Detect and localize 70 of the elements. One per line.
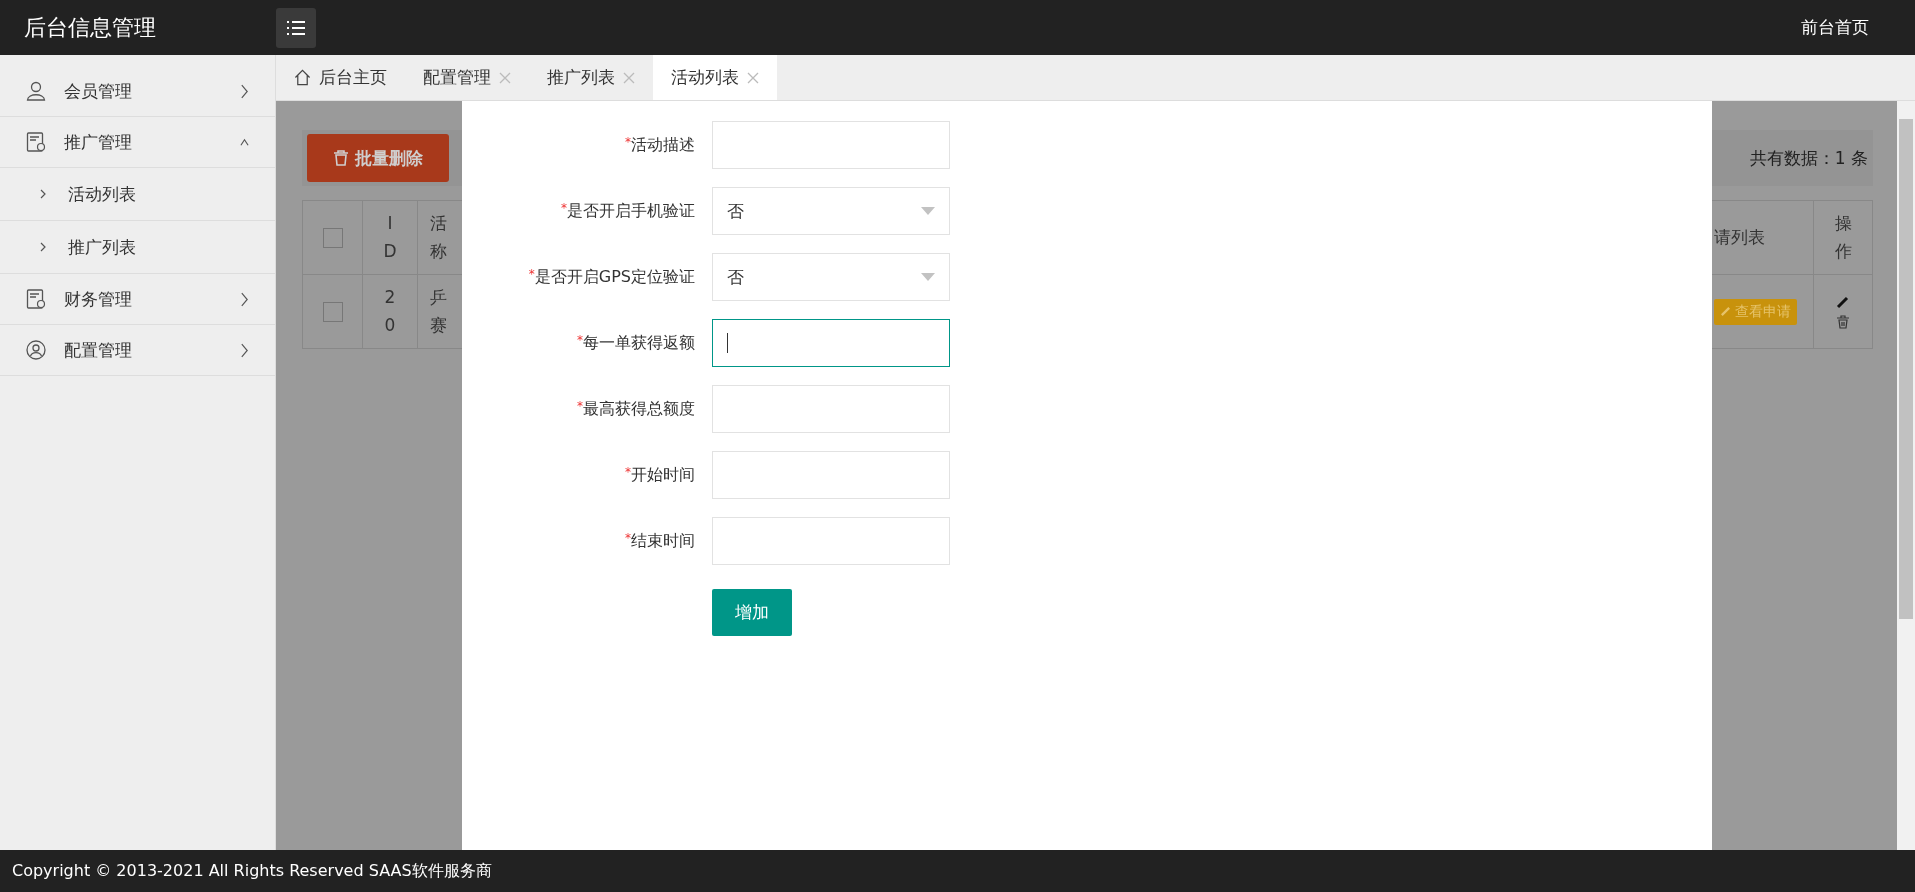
required-mark: * xyxy=(561,200,567,215)
pencil-icon xyxy=(1720,306,1731,317)
sidebar-item[interactable]: 配置管理 xyxy=(0,325,275,376)
required-mark: * xyxy=(577,398,583,413)
required-mark: * xyxy=(625,530,631,545)
user-circle-icon xyxy=(26,340,46,360)
document-icon xyxy=(26,289,46,309)
sidebar-label: 财务管理 xyxy=(64,287,132,311)
field-label: 每一单获得返额 xyxy=(583,332,695,352)
chevron-icon xyxy=(40,242,46,252)
input-field[interactable] xyxy=(712,319,950,367)
sidebar-subitem[interactable]: 活动列表 xyxy=(0,168,275,221)
column-header: ID xyxy=(382,212,398,263)
field-label: 结束时间 xyxy=(631,530,695,550)
menu-icon xyxy=(286,19,306,36)
required-mark: * xyxy=(528,266,535,281)
checkbox[interactable] xyxy=(322,301,343,322)
sidebar-item[interactable]: 推广管理 xyxy=(0,117,275,168)
dropdown-arrow-icon xyxy=(921,273,935,281)
sidebar-label: 活动列表 xyxy=(68,182,136,206)
tab[interactable]: 配置管理 xyxy=(405,55,529,100)
table-cell-text: 20 xyxy=(383,286,397,337)
tab-label: 活动列表 xyxy=(671,66,739,89)
column-header: 活称 xyxy=(430,212,447,263)
column-header: 操作 xyxy=(1834,212,1852,263)
front-page-link[interactable]: 前台首页 xyxy=(1801,16,1869,39)
batch-delete-button[interactable]: 批量删除 xyxy=(307,134,449,182)
home-icon xyxy=(294,69,311,86)
sidebar-label: 配置管理 xyxy=(64,338,132,362)
menu-button[interactable] xyxy=(276,7,316,48)
field-label: 最高获得总额度 xyxy=(583,398,695,418)
required-mark: * xyxy=(625,134,631,149)
sidebar-label: 推广管理 xyxy=(64,130,132,154)
trash-icon[interactable] xyxy=(1836,314,1850,329)
total-count: 共有数据：1 条 xyxy=(1749,146,1868,170)
sidebar-subitem[interactable]: 推广列表 xyxy=(0,221,275,274)
chevron-icon xyxy=(40,189,46,199)
field-label: 开始时间 xyxy=(631,464,695,484)
field-label: 是否开启GPS定位验证 xyxy=(534,266,695,286)
select-field[interactable]: 否 xyxy=(712,187,950,235)
required-mark: * xyxy=(577,332,583,347)
app-title: 后台信息管理 xyxy=(23,13,157,42)
tab-label: 配置管理 xyxy=(423,66,491,89)
column-header: 请列表 xyxy=(1714,226,1765,249)
close-icon[interactable] xyxy=(623,71,635,84)
pencil-icon[interactable] xyxy=(1836,294,1850,309)
scrollbar[interactable] xyxy=(1897,101,1915,850)
tab[interactable]: 活动列表 xyxy=(653,55,777,100)
sidebar-label: 推广列表 xyxy=(68,235,136,259)
copyright-text: Copyright © 2013-2021 All Rights Reserved SAAS软件服务商 xyxy=(0,850,1915,892)
table-cell-text: 乒赛 xyxy=(430,286,447,337)
sidebar-item[interactable]: 会员管理 xyxy=(0,66,275,117)
select-field[interactable]: 否 xyxy=(712,253,950,301)
sidebar-item[interactable]: 财务管理 xyxy=(0,274,275,325)
user-icon xyxy=(26,81,46,101)
field-label: 活动描述 xyxy=(631,134,695,154)
trash-icon xyxy=(333,150,349,166)
tab-label: 推广列表 xyxy=(547,66,615,89)
required-mark: * xyxy=(625,464,631,479)
document-icon xyxy=(26,132,46,152)
close-icon[interactable] xyxy=(499,71,511,84)
checkbox[interactable] xyxy=(322,227,343,248)
close-icon[interactable] xyxy=(747,71,759,84)
sidebar-label: 会员管理 xyxy=(64,79,132,103)
tab[interactable]: 后台主页 xyxy=(276,55,405,100)
field-label: 是否开启手机验证 xyxy=(567,200,695,220)
add-button[interactable]: 增加 xyxy=(712,589,792,636)
dropdown-arrow-icon xyxy=(921,207,935,215)
tab[interactable]: 推广列表 xyxy=(529,55,653,100)
tab-label: 后台主页 xyxy=(319,66,387,89)
